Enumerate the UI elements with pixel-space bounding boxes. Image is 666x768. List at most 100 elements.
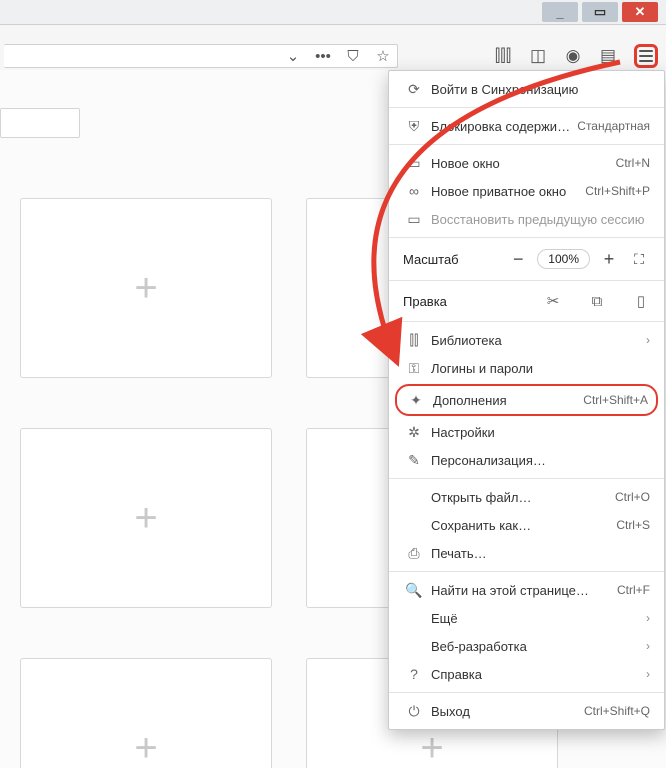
cut-icon[interactable]: ✂ bbox=[544, 292, 562, 310]
menu-label: Найти на этой странице… bbox=[425, 583, 617, 598]
bookmark-star-icon[interactable]: ☆ bbox=[375, 48, 391, 64]
menu-label: Персонализация… bbox=[425, 453, 650, 468]
menu-find[interactable]: 🔍 Найти на этой странице… Ctrl+F bbox=[389, 576, 664, 604]
chevron-right-icon: › bbox=[646, 333, 650, 347]
menu-new-window[interactable]: ▭ Новое окно Ctrl+N bbox=[389, 149, 664, 177]
menu-separator bbox=[389, 478, 664, 479]
help-icon: ? bbox=[403, 666, 425, 682]
menu-print[interactable]: ⎙ Печать… bbox=[389, 539, 664, 567]
zoom-label: Масштаб bbox=[403, 252, 499, 267]
menu-separator bbox=[389, 107, 664, 108]
mask-icon: ∞ bbox=[403, 183, 425, 199]
menu-new-private-window[interactable]: ∞ Новое приватное окно Ctrl+Shift+P bbox=[389, 177, 664, 205]
power-icon: ⏻ bbox=[403, 703, 425, 720]
keyboard-shortcut: Ctrl+Shift+A bbox=[583, 393, 648, 407]
menu-label: Войти в Синхронизацию bbox=[425, 82, 650, 97]
menu-separator bbox=[389, 280, 664, 281]
account-icon[interactable]: ◉ bbox=[564, 47, 582, 65]
menu-label: Новое приватное окно bbox=[425, 184, 585, 199]
menu-customize[interactable]: ✎ Персонализация… bbox=[389, 446, 664, 474]
menu-label: Сохранить как… bbox=[425, 518, 616, 533]
window-maximize-button[interactable]: ▭ bbox=[582, 2, 618, 22]
chevron-right-icon: › bbox=[646, 667, 650, 681]
menu-separator bbox=[389, 321, 664, 322]
search-icon: 🔍 bbox=[403, 582, 425, 599]
gear-icon: ✲ bbox=[403, 424, 425, 441]
menu-label: Блокировка содержимого bbox=[425, 119, 577, 134]
add-icon: + bbox=[134, 496, 157, 541]
add-icon: + bbox=[134, 266, 157, 311]
library-icon: ⫿⫿ bbox=[403, 332, 425, 349]
menu-label: Новое окно bbox=[425, 156, 616, 171]
sync-icon: ⟳ bbox=[403, 81, 425, 98]
edit-label: Правка bbox=[403, 294, 518, 309]
toolbar-icon-group: ⫿⫿⫿ ◫ ◉ ▤ bbox=[494, 44, 658, 68]
chevron-right-icon: › bbox=[646, 639, 650, 653]
keyboard-shortcut: Ctrl+Shift+Q bbox=[584, 704, 650, 718]
restore-icon: ▭ bbox=[403, 211, 425, 228]
newtab-search-input[interactable] bbox=[0, 108, 80, 138]
menu-separator bbox=[389, 144, 664, 145]
topsite-tile[interactable]: + bbox=[20, 428, 272, 608]
menu-content-blocking[interactable]: ⛨ Блокировка содержимого Стандартная bbox=[389, 112, 664, 140]
add-icon: + bbox=[134, 726, 157, 768]
menu-settings[interactable]: ✲ Настройки bbox=[389, 418, 664, 446]
fullscreen-button[interactable]: ⛶ bbox=[628, 248, 650, 270]
menu-label: Настройки bbox=[425, 425, 650, 440]
menu-edit: Правка ✂ ⧉ ▯ bbox=[389, 285, 664, 317]
menu-open-file[interactable]: Открыть файл… Ctrl+O bbox=[389, 483, 664, 511]
menu-label: Дополнения bbox=[427, 393, 583, 408]
menu-restore-session: ▭ Восстановить предыдущую сессию bbox=[389, 205, 664, 233]
menu-logins[interactable]: ⚿ Логины и пароли bbox=[389, 354, 664, 382]
menu-label: Веб-разработка bbox=[425, 639, 646, 654]
window-caption: _ ▭ ✕ bbox=[0, 0, 666, 24]
menu-sign-in-sync[interactable]: ⟳ Войти в Синхронизацию bbox=[389, 75, 664, 103]
menu-label: Справка bbox=[425, 667, 646, 682]
menu-label: Библиотека bbox=[425, 333, 646, 348]
app-menu-button[interactable] bbox=[634, 44, 658, 68]
keyboard-shortcut: Ctrl+F bbox=[617, 583, 650, 597]
zoom-in-button[interactable]: + bbox=[598, 248, 620, 270]
topsite-tile[interactable]: + bbox=[20, 658, 272, 768]
key-icon: ⚿ bbox=[403, 360, 425, 377]
chevron-right-icon: › bbox=[646, 611, 650, 625]
window-icon: ▭ bbox=[403, 155, 425, 172]
menu-separator bbox=[389, 237, 664, 238]
sidebar-icon[interactable]: ◫ bbox=[529, 47, 547, 65]
menu-label: Восстановить предыдущую сессию bbox=[425, 212, 650, 227]
menu-label: Открыть файл… bbox=[425, 490, 615, 505]
keyboard-shortcut: Ctrl+Shift+P bbox=[585, 184, 650, 198]
menu-label: Логины и пароли bbox=[425, 361, 650, 376]
chevron-down-icon[interactable]: ⌄ bbox=[285, 48, 301, 64]
pocket-icon[interactable]: ⛉ bbox=[345, 48, 361, 64]
brush-icon: ✎ bbox=[403, 452, 425, 469]
shield-icon: ⛨ bbox=[403, 118, 425, 135]
menu-library[interactable]: ⫿⫿ Библиотека › bbox=[389, 326, 664, 354]
menu-more[interactable]: Ещё › bbox=[389, 604, 664, 632]
page-actions-icon[interactable]: ••• bbox=[315, 48, 331, 64]
zoom-out-button[interactable]: − bbox=[507, 248, 529, 270]
library-icon[interactable]: ⫿⫿⫿ bbox=[494, 47, 512, 65]
window-close-button[interactable]: ✕ bbox=[622, 2, 658, 22]
address-bar[interactable]: ⌄ ••• ⛉ ☆ bbox=[4, 44, 398, 68]
menu-addons[interactable]: ✦ Дополнения Ctrl+Shift+A bbox=[395, 384, 658, 416]
blocking-state: Стандартная bbox=[577, 119, 650, 133]
keyboard-shortcut: Ctrl+N bbox=[616, 156, 650, 170]
puzzle-icon: ✦ bbox=[405, 392, 427, 409]
zoom-value[interactable]: 100% bbox=[537, 249, 590, 269]
paste-icon[interactable]: ▯ bbox=[632, 292, 650, 310]
menu-separator bbox=[389, 692, 664, 693]
menu-exit[interactable]: ⏻ Выход Ctrl+Shift+Q bbox=[389, 697, 664, 725]
keyboard-shortcut: Ctrl+S bbox=[616, 518, 650, 532]
keyboard-shortcut: Ctrl+O bbox=[615, 490, 650, 504]
topsite-tile[interactable]: + bbox=[20, 198, 272, 378]
window-minimize-button[interactable]: _ bbox=[542, 2, 578, 22]
menu-save-as[interactable]: Сохранить как… Ctrl+S bbox=[389, 511, 664, 539]
copy-icon[interactable]: ⧉ bbox=[588, 293, 606, 310]
overflow-icon[interactable]: ▤ bbox=[599, 47, 617, 65]
menu-help[interactable]: ? Справка › bbox=[389, 660, 664, 688]
menu-label: Ещё bbox=[425, 611, 646, 626]
menu-zoom: Масштаб − 100% + ⛶ bbox=[389, 242, 664, 276]
menu-web-developer[interactable]: Веб-разработка › bbox=[389, 632, 664, 660]
app-menu: ⟳ Войти в Синхронизацию ⛨ Блокировка сод… bbox=[388, 70, 665, 730]
